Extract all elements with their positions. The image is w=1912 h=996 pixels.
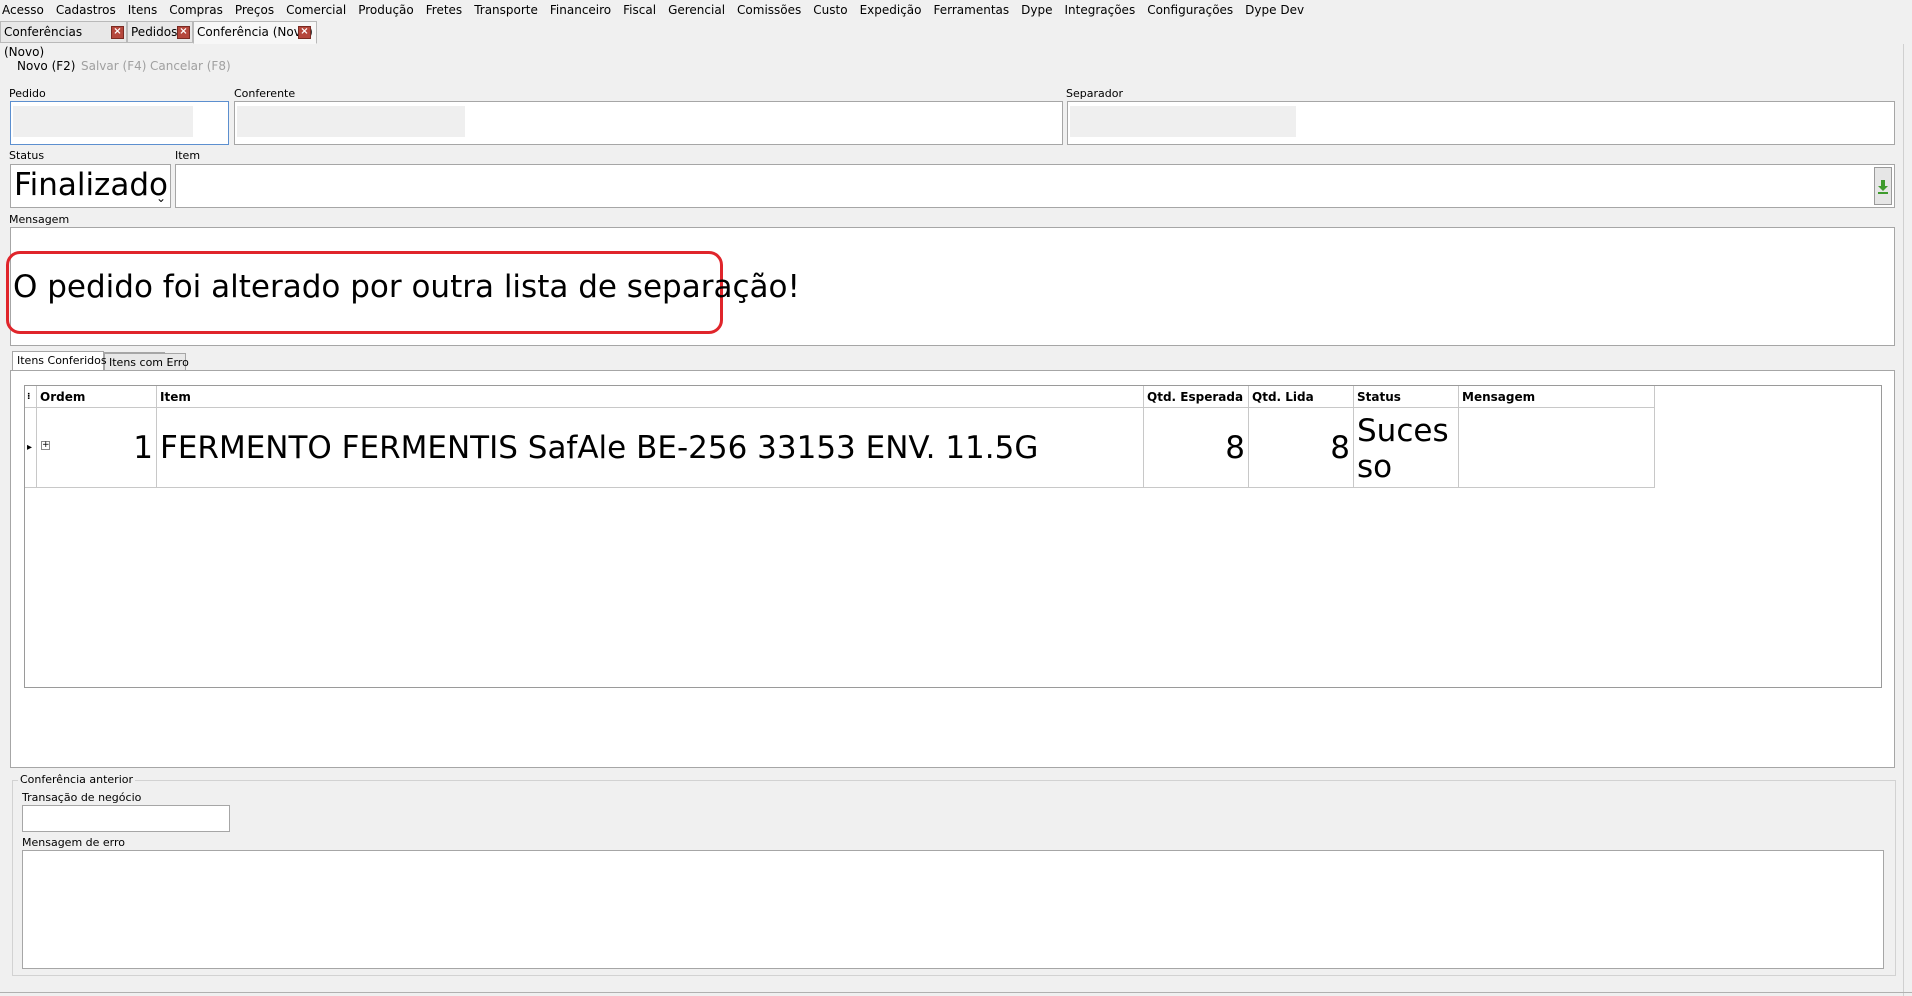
menu-compras[interactable]: Compras xyxy=(163,0,229,20)
separador-input-fill xyxy=(1070,106,1296,137)
cell-status[interactable]: Sucesso xyxy=(1354,408,1459,488)
menu-custo[interactable]: Custo xyxy=(807,0,853,20)
menu-expedicao[interactable]: Expedição xyxy=(854,0,928,20)
scrollbar[interactable] xyxy=(1903,44,1912,996)
col-header-status[interactable]: Status xyxy=(1354,386,1459,408)
pedido-input[interactable] xyxy=(10,101,229,145)
menu-comissoes[interactable]: Comissões xyxy=(731,0,807,20)
menu-configuracoes[interactable]: Configurações xyxy=(1141,0,1239,20)
item-search-button[interactable] xyxy=(1874,167,1892,205)
menu-producao[interactable]: Produção xyxy=(352,0,420,20)
close-icon[interactable]: × xyxy=(177,26,190,39)
chevron-down-icon: ⌄ xyxy=(155,191,166,205)
conferente-input-fill xyxy=(237,106,465,137)
mensagem-text: O pedido foi alterado por outra lista de… xyxy=(13,269,800,305)
item-input[interactable] xyxy=(175,164,1895,208)
erro-label: Mensagem de erro xyxy=(22,836,126,849)
col-header-qtd-lida[interactable]: Qtd. Lida xyxy=(1249,386,1354,408)
close-icon[interactable]: × xyxy=(298,26,311,39)
tab-itens-com-erro-label: Itens com Erro xyxy=(109,356,189,369)
mensagem-label: Mensagem xyxy=(9,213,70,226)
menu-itens[interactable]: Itens xyxy=(122,0,163,20)
doc-tab-label: Conferências (Novo) xyxy=(4,25,83,59)
bottom-divider xyxy=(0,992,1912,993)
novo-button[interactable]: Novo (F2) xyxy=(17,58,75,74)
doc-tab-label: Conferência (Novo) xyxy=(197,25,313,39)
cell-item[interactable]: FERMENTO FERMENTIS SafAle BE-256 33153 E… xyxy=(157,408,1144,488)
conferente-label: Conferente xyxy=(234,87,296,100)
grid-column-chooser-icon[interactable]: ⁝ xyxy=(25,386,37,408)
tab-itens-conferidos-active[interactable]: Itens Conferidos xyxy=(12,351,107,371)
cell-qtd-lida[interactable]: 8 xyxy=(1249,408,1354,488)
doc-tab-label: Pedidos xyxy=(131,25,178,39)
doc-tab-conferencias[interactable]: Conferências (Novo) × xyxy=(0,21,127,59)
conferente-input[interactable] xyxy=(234,101,1063,145)
transacao-input[interactable] xyxy=(22,805,230,832)
cancelar-button[interactable]: Cancelar (F8) xyxy=(150,58,231,74)
menu-integracoes[interactable]: Integrações xyxy=(1058,0,1141,20)
transacao-label: Transação de negócio xyxy=(22,791,142,804)
items-grid[interactable]: ⁝ Ordem Item Qtd. Esperada Qtd. Lida Sta… xyxy=(24,385,1882,688)
tab-itens-conferidos-label: Itens Conferidos xyxy=(17,354,107,367)
menu-transporte[interactable]: Transporte xyxy=(468,0,544,20)
col-header-ordem[interactable]: Ordem xyxy=(37,386,157,408)
menu-financeiro[interactable]: Financeiro xyxy=(544,0,617,20)
mensagem-erro-input[interactable] xyxy=(22,850,1884,969)
col-header-mensagem[interactable]: Mensagem xyxy=(1459,386,1655,408)
status-value: Finalizado xyxy=(14,167,168,203)
doc-tab-pedidos[interactable]: Pedidos × xyxy=(127,21,193,43)
menu-fiscal[interactable]: Fiscal xyxy=(617,0,662,20)
menu-dype[interactable]: Dype xyxy=(1015,0,1058,20)
menu-precos[interactable]: Preços xyxy=(229,0,280,20)
col-header-item[interactable]: Item xyxy=(157,386,1144,408)
conferencia-anterior-label: Conferência anterior xyxy=(18,773,136,786)
status-label: Status xyxy=(9,149,45,162)
expand-icon[interactable]: + xyxy=(41,441,50,450)
col-header-qtd-esperada[interactable]: Qtd. Esperada xyxy=(1144,386,1249,408)
download-arrow-icon xyxy=(1878,180,1888,194)
row-indicator-icon[interactable]: ▸ xyxy=(25,408,37,488)
cell-qtd-esperada[interactable]: 8 xyxy=(1144,408,1249,488)
menu-dype-dev[interactable]: Dype Dev xyxy=(1239,0,1310,20)
pedido-input-fill xyxy=(13,106,193,137)
cell-ordem: 1 xyxy=(133,430,153,466)
menu-cadastros[interactable]: Cadastros xyxy=(50,0,122,20)
menu-comercial[interactable]: Comercial xyxy=(280,0,352,20)
menu-bar: Acesso Cadastros Itens Compras Preços Comerci… xyxy=(0,0,1912,20)
separador-input[interactable] xyxy=(1067,101,1895,145)
menu-ferramentas[interactable]: Ferramentas xyxy=(928,0,1016,20)
doc-tab-conferencia[interactable]: Conferência (Novo) × xyxy=(193,21,317,44)
close-icon[interactable]: × xyxy=(111,26,124,39)
pedido-label: Pedido xyxy=(9,87,46,100)
salvar-button[interactable]: Salvar (F4) xyxy=(81,58,146,74)
table-row[interactable]: + 1 xyxy=(37,408,157,488)
menu-gerencial[interactable]: Gerencial xyxy=(662,0,731,20)
status-select[interactable]: Finalizado ⌄ xyxy=(10,164,171,208)
menu-acesso[interactable]: Acesso xyxy=(0,0,50,20)
item-label: Item xyxy=(175,149,201,162)
menu-fretes[interactable]: Fretes xyxy=(420,0,468,20)
separador-label: Separador xyxy=(1066,87,1123,100)
cell-mensagem[interactable] xyxy=(1459,408,1655,488)
